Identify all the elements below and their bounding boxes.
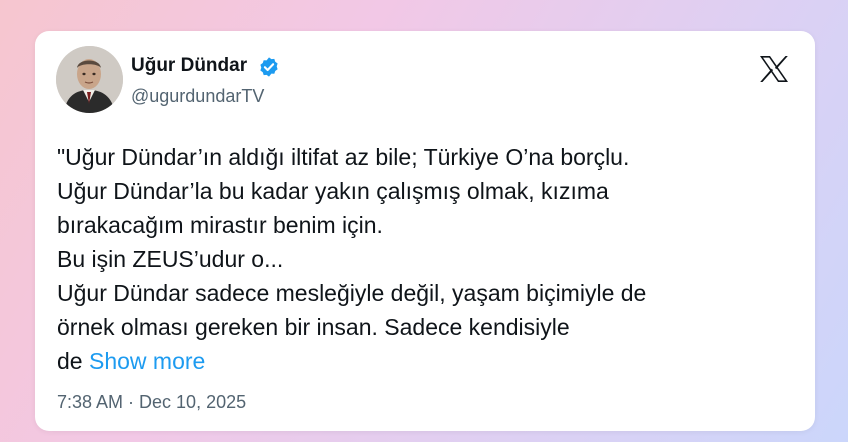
tweet-line: örnek olması gereken bir insan. Sadece k… xyxy=(57,314,570,340)
tweet-card: Uğur Dündar @ugurdundarTV "Uğur Dündar’ı… xyxy=(35,31,815,431)
tweet-text: "Uğur Dündar’ın aldığı iltifat az bile; … xyxy=(57,140,797,378)
author-name[interactable]: Uğur Dündar xyxy=(131,55,247,77)
tweet-line: bırakacağım mirastır benim için. xyxy=(57,212,383,238)
avatar[interactable] xyxy=(56,46,123,113)
verified-badge-icon xyxy=(260,57,278,77)
show-more-link[interactable]: Show more xyxy=(89,348,205,374)
tweet-last-line: de Show more xyxy=(57,344,797,378)
tweet-timestamp[interactable]: 7:38 AM · Dec 10, 2025 xyxy=(57,392,246,413)
tweet-line: Bu işin ZEUS’udur o... xyxy=(57,246,284,272)
tweet-line: de xyxy=(57,348,83,374)
author-handle[interactable]: @ugurdundarTV xyxy=(131,86,264,107)
tweet-line: "Uğur Dündar’ın aldığı iltifat az bile; … xyxy=(57,144,630,170)
x-logo-icon[interactable] xyxy=(759,55,789,83)
tweet-line: Uğur Dündar sadece mesleğiyle değil, yaş… xyxy=(57,280,647,306)
tweet-line: Uğur Dündar’la bu kadar yakın çalışmış o… xyxy=(57,178,609,204)
